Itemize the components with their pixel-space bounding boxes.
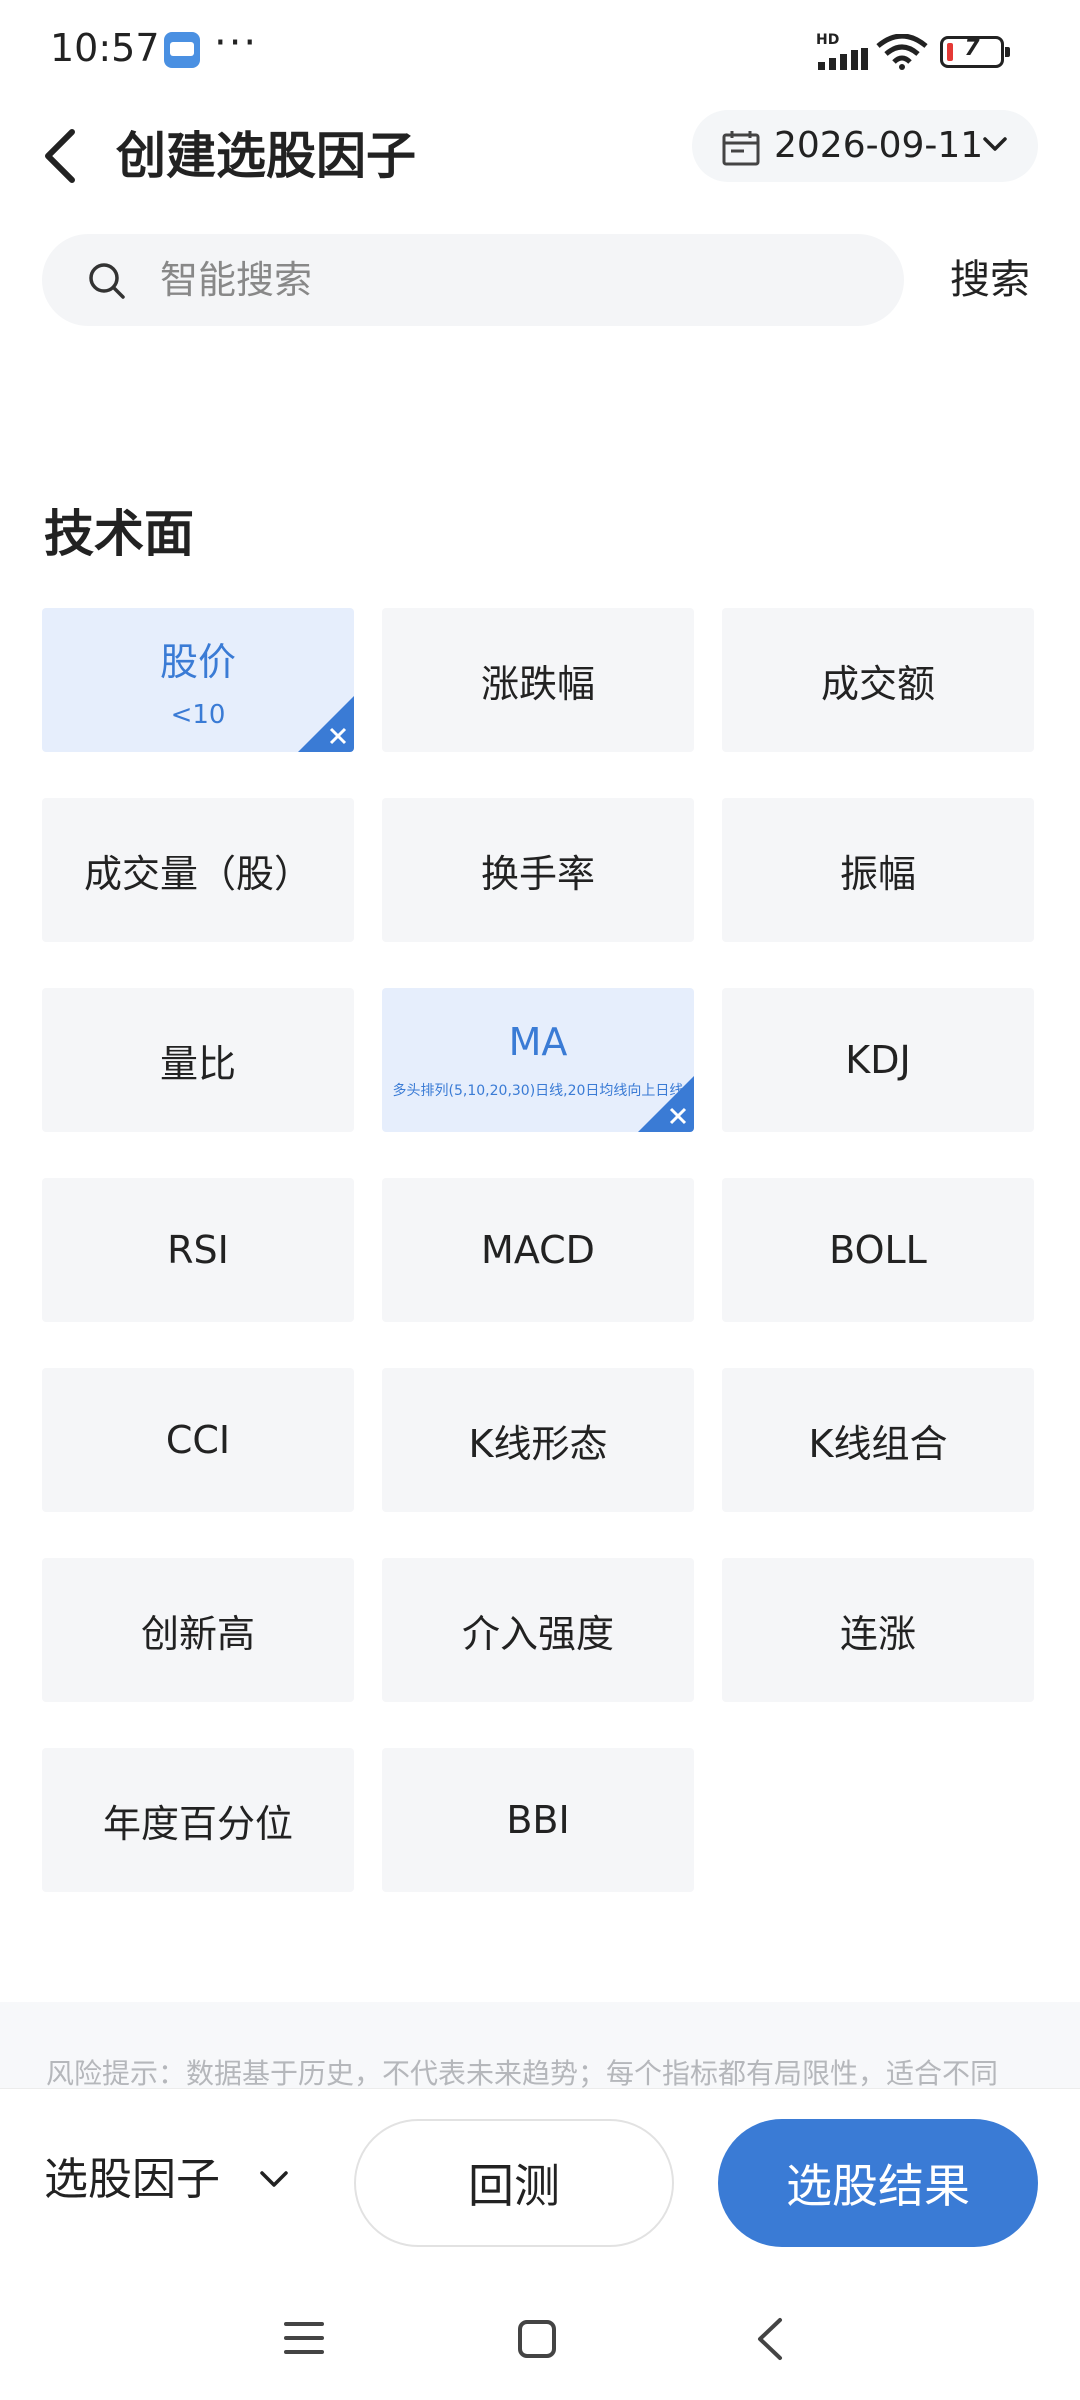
factor-tile-label: 股价 [159,639,236,684]
factor-tile-label: BBI [506,1798,570,1842]
status-time: 10:57 [50,26,160,70]
date-picker[interactable]: 2026-09-11 [692,110,1038,182]
factor-tile[interactable]: 年度百分位 [42,1748,354,1892]
remove-factor-icon[interactable] [298,696,354,752]
factor-tile[interactable]: MACD [382,1178,694,1322]
stock-results-button[interactable]: 选股结果 [718,2119,1038,2247]
factor-tile-label: K线形态 [468,1421,608,1466]
factor-tile[interactable]: MA 多头排列(5,10,20,30)日线,20日均线向上日线 [382,988,694,1132]
factor-tile-label: K线组合 [808,1421,948,1466]
factor-tile[interactable]: 涨跌幅 [382,608,694,752]
factor-selector-label: 选股因子 [44,2154,220,2205]
factor-tile-label: 量比 [159,1041,236,1086]
factor-tile[interactable]: 创新高 [42,1558,354,1702]
disclaimer-area: 风险提示：数据基于历史，不代表未来趋势；每个指标都有局限性，适合不同 [0,2002,1080,2092]
factor-tile-label: 介入强度 [461,1611,614,1656]
factor-tile-label: KDJ [845,1038,911,1082]
search-button[interactable]: 搜索 [950,244,1030,316]
back-chevron-icon[interactable] [34,118,94,194]
factor-tile[interactable]: 股价 <10 [42,608,354,752]
status-more-icon: ··· [214,20,259,66]
header: 创建选股因子 2026-09-11 [0,104,1080,214]
factor-tile-label: 年度百分位 [102,1801,293,1846]
factor-tile[interactable]: K线组合 [722,1368,1034,1512]
remove-factor-icon[interactable] [638,1076,694,1132]
chevron-down-icon [260,2171,288,2187]
risk-disclaimer: 风险提示：数据基于历史，不代表未来趋势；每个指标都有局限性，适合不同 [46,2057,999,2090]
factor-tile-label: 涨跌幅 [480,661,595,706]
battery-level: 7 [964,36,980,61]
factor-tile[interactable]: 连涨 [722,1558,1034,1702]
factor-tile-label: 换手率 [480,851,595,896]
system-nav-bar [0,2288,1080,2400]
backtest-button[interactable]: 回测 [354,2119,674,2247]
battery-icon: 7 [940,36,1010,68]
factor-tile[interactable]: BOLL [722,1178,1034,1322]
search-box [42,234,904,326]
factor-tile[interactable]: RSI [42,1178,354,1322]
factor-tile-label: 成交量（股） [83,851,312,896]
chevron-down-icon [983,137,1007,151]
factor-tile[interactable]: 振幅 [722,798,1034,942]
page-title: 创建选股因子 [116,127,416,185]
factor-tile-label: BOLL [829,1228,927,1272]
factor-tile[interactable]: 换手率 [382,798,694,942]
search-input[interactable] [160,234,860,326]
calendar-icon [722,131,760,166]
factor-tile[interactable]: CCI [42,1368,354,1512]
factor-tile[interactable]: 成交额 [722,608,1034,752]
bottom-action-bar: 选股因子 回测 选股结果 [0,2088,1080,2288]
factor-tile-label: 连涨 [839,1611,916,1656]
back-icon[interactable] [752,2316,788,2362]
factor-tile[interactable]: K线形态 [382,1368,694,1512]
search-icon [89,263,125,299]
factor-tile[interactable]: BBI [382,1748,694,1892]
factor-tile[interactable]: 量比 [42,988,354,1132]
factor-tile-label: CCI [165,1418,231,1462]
factor-tile-label: MA [508,1020,568,1064]
notification-app-icon [164,32,200,68]
signal-icon [818,48,868,70]
section-title: 技术面 [44,505,194,563]
menu-icon[interactable] [282,2318,326,2358]
status-bar: 10:57 ··· HD 7 [0,0,1080,104]
factor-tile-label: 振幅 [839,851,916,896]
factor-tile[interactable]: 成交量（股） [42,798,354,942]
factor-tile-condition: <10 [170,699,226,730]
factor-tile-label: MACD [481,1228,595,1272]
factor-tile-label: RSI [167,1228,229,1272]
factor-tile-label: 创新高 [140,1611,255,1656]
factor-selector[interactable]: 选股因子 [44,2147,288,2213]
date-text: 2026-09-11 [774,125,984,166]
factor-tile-label: 成交额 [820,661,935,706]
factor-tile[interactable]: 介入强度 [382,1558,694,1702]
home-icon[interactable] [516,2318,558,2360]
factor-tile[interactable]: KDJ [722,988,1034,1132]
hd-badge: HD [816,32,840,48]
wifi-icon [876,34,928,70]
